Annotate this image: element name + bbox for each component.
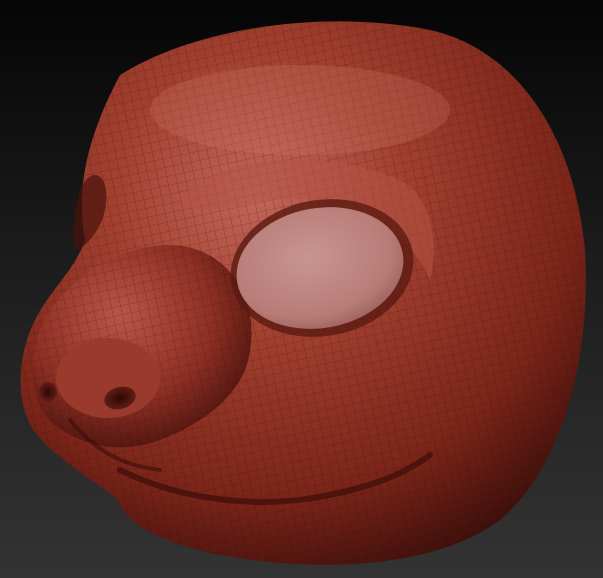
3d-viewport[interactable] (0, 0, 603, 578)
nostril-right (39, 382, 57, 402)
model-render[interactable] (0, 0, 603, 578)
top-highlight (150, 65, 450, 155)
